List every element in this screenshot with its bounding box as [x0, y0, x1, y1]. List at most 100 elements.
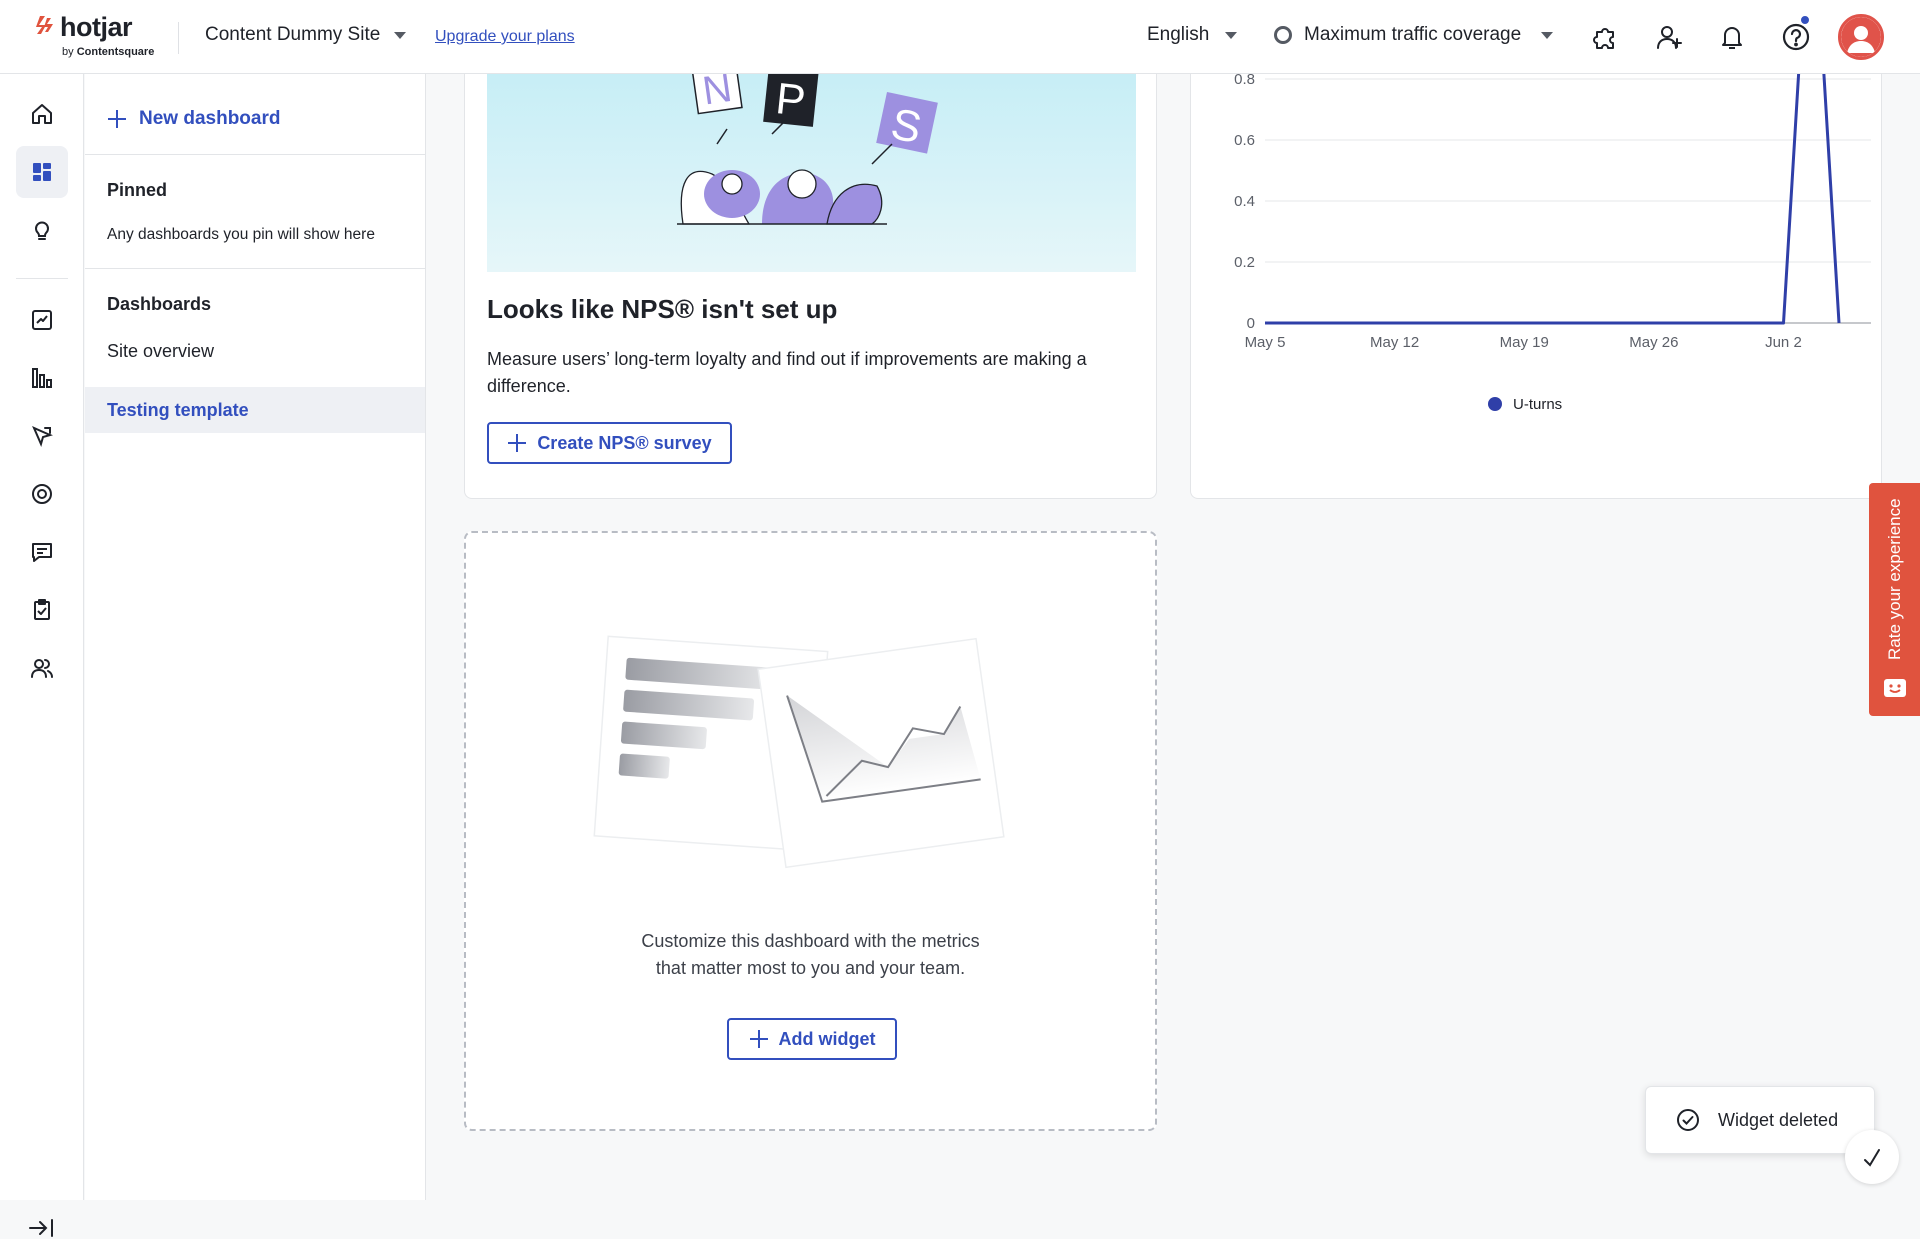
- notifications-button[interactable]: [1715, 20, 1749, 54]
- x-tick-label: May 26: [1629, 334, 1678, 351]
- header-divider: [178, 22, 179, 54]
- help-icon: [1782, 23, 1810, 51]
- legend-label: U-turns: [1513, 396, 1562, 413]
- upgrade-plans-link[interactable]: Upgrade your plans: [435, 28, 575, 46]
- plus-icon: [108, 110, 126, 128]
- funnels-icon: [32, 368, 52, 388]
- traffic-coverage-selector[interactable]: Maximum traffic coverage: [1274, 24, 1554, 46]
- y-tick-label: 0.2: [1234, 254, 1255, 271]
- chevron-expand-icon: [1864, 1149, 1880, 1167]
- create-nps-survey-label: Create NPS® survey: [537, 432, 712, 453]
- nps-illustration: N P S: [487, 74, 1136, 272]
- check-circle-icon: [1677, 1109, 1699, 1131]
- expand-chat-button[interactable]: [1845, 1130, 1899, 1184]
- integrations-button[interactable]: [1589, 20, 1623, 54]
- nps-description: Measure users’ long-term loyalty and fin…: [487, 349, 1087, 396]
- rate-your-experience-tab[interactable]: Rate your experience: [1869, 483, 1920, 716]
- nav-funnels[interactable]: [16, 352, 68, 404]
- plus-icon: [749, 1030, 768, 1048]
- legend-swatch: [1488, 397, 1502, 411]
- add-widget-message-line2: that matter most to you and your team.: [655, 958, 966, 978]
- x-tick-label: Jun 2: [1765, 334, 1802, 351]
- chevron-down-icon: [394, 31, 407, 39]
- dashboards-panel: New dashboard Pinned Any dashboards you …: [85, 74, 426, 1200]
- puzzle-icon: [1593, 28, 1614, 49]
- add-widget-button[interactable]: Add widget: [727, 1018, 897, 1060]
- site-name: Content Dummy Site: [205, 24, 381, 45]
- collapse-sidebar-icon[interactable]: [26, 1217, 56, 1239]
- recordings-icon: [32, 484, 52, 504]
- dashboards-heading: Dashboards: [107, 294, 212, 314]
- trends-icon: [32, 310, 52, 330]
- top-bar: hotjar by Contentsquare Content Dummy Si…: [0, 0, 1920, 74]
- toast-message: Widget deleted: [1718, 1109, 1839, 1130]
- nps-widget-card: N P S Looks like NPS® isn't set up Measu…: [464, 74, 1157, 499]
- add-widget-label: Add widget: [778, 1028, 876, 1049]
- nav-heatmaps[interactable]: [16, 410, 68, 462]
- dashboard-item-testing-template[interactable]: Testing template: [85, 387, 425, 433]
- chevron-down-icon: [1225, 31, 1238, 39]
- widget-deleted-toast: Widget deleted: [1645, 1086, 1875, 1154]
- add-widget-message-line1: Customize this dashboard with the metric…: [641, 931, 980, 951]
- language-selector[interactable]: English: [1147, 24, 1238, 46]
- hero-letter-p: P: [773, 74, 807, 126]
- dashboards-icon: [33, 163, 51, 181]
- u-turns-line-chart: 0 0.2 0.4 0.6 0.8 May 5 May 12 May 19 May 26 Jun …: [1234, 74, 1871, 413]
- nps-people-illustration: N P S: [677, 74, 938, 225]
- panel-divider: [85, 154, 426, 155]
- traffic-value: Maximum traffic coverage: [1304, 24, 1522, 45]
- user-icon: [1841, 17, 1881, 57]
- widget-placeholder-illustration: [593, 635, 1005, 869]
- new-dashboard-label: New dashboard: [139, 108, 281, 129]
- y-tick-label: 0.4: [1234, 193, 1255, 210]
- nav-surveys[interactable]: [16, 584, 68, 636]
- home-icon: [32, 104, 52, 124]
- interviews-icon: [31, 659, 53, 678]
- nav-trends[interactable]: [16, 294, 68, 346]
- panel-divider: [85, 268, 426, 269]
- hotjar-logo[interactable]: hotjar by Contentsquare: [36, 12, 166, 62]
- new-dashboard-button[interactable]: New dashboard: [107, 108, 280, 130]
- x-tick-label: May 5: [1245, 334, 1286, 351]
- notification-dot: [1799, 14, 1811, 26]
- nps-title: Looks like NPS® isn't set up: [487, 294, 838, 324]
- series-line: [1265, 74, 1841, 325]
- pinned-empty-note: Any dashboards you pin will show here: [107, 226, 375, 243]
- rail-divider: [16, 278, 68, 279]
- user-avatar[interactable]: [1838, 14, 1884, 60]
- create-nps-survey-button[interactable]: Create NPS® survey: [487, 422, 732, 464]
- invite-user-button[interactable]: [1652, 20, 1686, 54]
- chevron-down-icon: [1541, 31, 1554, 39]
- y-tick-label: 0.6: [1234, 132, 1255, 149]
- invite-user-icon: [1657, 26, 1682, 49]
- icon-sidebar: [0, 74, 84, 1237]
- nav-dashboards[interactable]: [16, 146, 68, 198]
- hotjar-flame-icon: [36, 16, 53, 34]
- dashboard-item-site-overview[interactable]: Site overview: [85, 328, 425, 374]
- smiley-face-icon: [1884, 679, 1906, 697]
- nav-recordings[interactable]: [16, 468, 68, 520]
- surveys-icon: [34, 599, 50, 620]
- traffic-status-icon: [1274, 26, 1292, 44]
- nav-interviews[interactable]: [16, 642, 68, 694]
- site-selector[interactable]: Content Dummy Site: [205, 24, 407, 46]
- add-widget-card: Customize this dashboard with the metric…: [464, 531, 1157, 1131]
- x-tick-label: May 19: [1500, 334, 1549, 351]
- x-tick-label: May 12: [1370, 334, 1419, 351]
- brand-byline: by Contentsquare: [62, 46, 155, 58]
- language-value: English: [1147, 24, 1210, 45]
- u-turns-chart-card: 0 0.2 0.4 0.6 0.8 May 5 May 12 May 19 May 26 Jun …: [1190, 74, 1882, 499]
- pinned-heading: Pinned: [107, 180, 168, 200]
- lightbulb-icon: [35, 221, 49, 240]
- nav-home[interactable]: [16, 88, 68, 140]
- add-widget-message: Customize this dashboard with the metric…: [466, 928, 1155, 982]
- y-tick-label: 0.8: [1234, 74, 1255, 88]
- brand-name: hotjar: [60, 12, 133, 42]
- hero-letter-n: N: [700, 74, 735, 113]
- rate-your-experience-label: Rate your experience: [1885, 498, 1904, 660]
- feedback-icon: [32, 543, 52, 562]
- plus-icon: [508, 434, 527, 452]
- help-button[interactable]: [1779, 14, 1813, 54]
- nav-feedback[interactable]: [16, 526, 68, 578]
- nav-insights[interactable]: [16, 204, 68, 256]
